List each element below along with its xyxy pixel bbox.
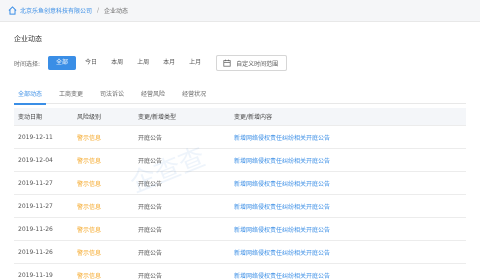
row-risk-level: 警示信息 <box>77 203 102 211</box>
table-row: 2019-11-19 警示信息 开庭公告 新增网络侵权责任纠纷相关开庭公告 <box>14 264 466 280</box>
row-date: 2019-11-26 <box>18 248 53 256</box>
time-filter: 时间选择: 全部 今日 本周 上周 本月 上月 自定义时间范围 <box>14 55 288 71</box>
filter-option-last-week[interactable]: 上周 <box>132 56 154 70</box>
table-row: 2019-12-04 警示信息 开庭公告 新增网络侵权责任纠纷相关开庭公告 <box>14 149 466 172</box>
tab-judicial-litigation[interactable]: 司法诉讼 <box>96 90 128 104</box>
tab-operational-risk[interactable]: 经营风险 <box>137 90 169 104</box>
page-title: 企业动态 <box>14 35 42 43</box>
row-type: 开庭公告 <box>138 203 163 211</box>
row-type: 开庭公告 <box>138 272 163 280</box>
row-date: 2019-12-11 <box>18 133 53 141</box>
breadcrumb-separator: / <box>97 7 100 14</box>
table-row: 2019-11-27 警示信息 开庭公告 新增网络侵权责任纠纷相关开庭公告 <box>14 195 466 218</box>
category-tabs: 全部动态 工商变更 司法诉讼 经营风险 经营状况 <box>14 90 466 105</box>
table-row: 2019-11-27 警示信息 开庭公告 新增网络侵权责任纠纷相关开庭公告 <box>14 172 466 195</box>
row-date: 2019-11-26 <box>18 225 53 233</box>
row-date: 2019-11-19 <box>18 271 53 279</box>
breadcrumb-current: 企业动态 <box>104 8 129 15</box>
filter-option-last-month[interactable]: 上月 <box>184 56 206 70</box>
filter-option-this-week[interactable]: 本周 <box>106 56 128 70</box>
table-row: 2019-12-11 警示信息 开庭公告 新增网络侵权责任纠纷相关开庭公告 <box>14 126 466 149</box>
table-row: 2019-11-26 警示信息 开庭公告 新增网络侵权责任纠纷相关开庭公告 <box>14 218 466 241</box>
filter-option-all[interactable]: 全部 <box>48 56 77 70</box>
breadcrumb-company-link[interactable]: 北京乐鱼创意科技有限公司 <box>20 6 92 15</box>
row-content-link[interactable]: 新增网络侵权责任纠纷相关开庭公告 <box>230 156 466 165</box>
row-type: 开庭公告 <box>138 249 163 257</box>
filter-option-this-month[interactable]: 本月 <box>158 56 180 70</box>
row-type: 开庭公告 <box>138 180 163 188</box>
row-content-link[interactable]: 新增网络侵权责任纠纷相关开庭公告 <box>230 225 466 234</box>
row-content-link[interactable]: 新增网络侵权责任纠纷相关开庭公告 <box>230 179 466 188</box>
row-date: 2019-11-27 <box>18 179 53 187</box>
row-type: 开庭公告 <box>138 157 163 165</box>
time-filter-label: 时间选择: <box>14 60 41 68</box>
updates-table: 变动日期 风险级别 变更/新增类型 变更/新增内容 2019-12-11 警示信… <box>14 108 466 280</box>
row-content-link[interactable]: 新增网络侵权责任纠纷相关开庭公告 <box>230 271 466 280</box>
column-header-content: 变更/新增内容 <box>234 114 273 121</box>
tab-operational-status[interactable]: 经营状况 <box>178 90 210 104</box>
row-content-link[interactable]: 新增网络侵权责任纠纷相关开庭公告 <box>230 202 466 211</box>
row-risk-level: 警示信息 <box>77 272 102 280</box>
row-risk-level: 警示信息 <box>77 180 102 188</box>
custom-date-range-button[interactable]: 自定义时间范围 <box>216 55 288 71</box>
column-header-risk-level: 风险级别 <box>77 114 102 121</box>
table-header: 变动日期 风险级别 变更/新增类型 变更/新增内容 <box>14 108 466 126</box>
row-date: 2019-11-27 <box>18 202 53 210</box>
row-content-link[interactable]: 新增网络侵权责任纠纷相关开庭公告 <box>230 133 466 142</box>
column-header-type: 变更/新增类型 <box>138 114 177 121</box>
column-header-date: 变动日期 <box>18 114 43 121</box>
row-risk-level: 警示信息 <box>77 226 102 234</box>
table-row: 2019-11-26 警示信息 开庭公告 新增网络侵权责任纠纷相关开庭公告 <box>14 241 466 264</box>
tab-business-changes[interactable]: 工商变更 <box>55 90 87 104</box>
row-date: 2019-12-04 <box>18 156 53 164</box>
row-type: 开庭公告 <box>138 226 163 234</box>
row-content-link[interactable]: 新增网络侵权责任纠纷相关开庭公告 <box>230 248 466 257</box>
tab-all-updates[interactable]: 全部动态 <box>14 90 47 105</box>
breadcrumb: 北京乐鱼创意科技有限公司 / 企业动态 <box>0 0 480 22</box>
filter-option-today[interactable]: 今日 <box>80 56 102 70</box>
row-risk-level: 警示信息 <box>77 157 102 165</box>
row-risk-level: 警示信息 <box>77 134 102 142</box>
calendar-icon <box>223 59 231 67</box>
home-icon[interactable] <box>8 6 17 15</box>
row-type: 开庭公告 <box>138 134 163 142</box>
custom-date-range-label: 自定义时间范围 <box>236 60 279 68</box>
row-risk-level: 警示信息 <box>77 249 102 257</box>
